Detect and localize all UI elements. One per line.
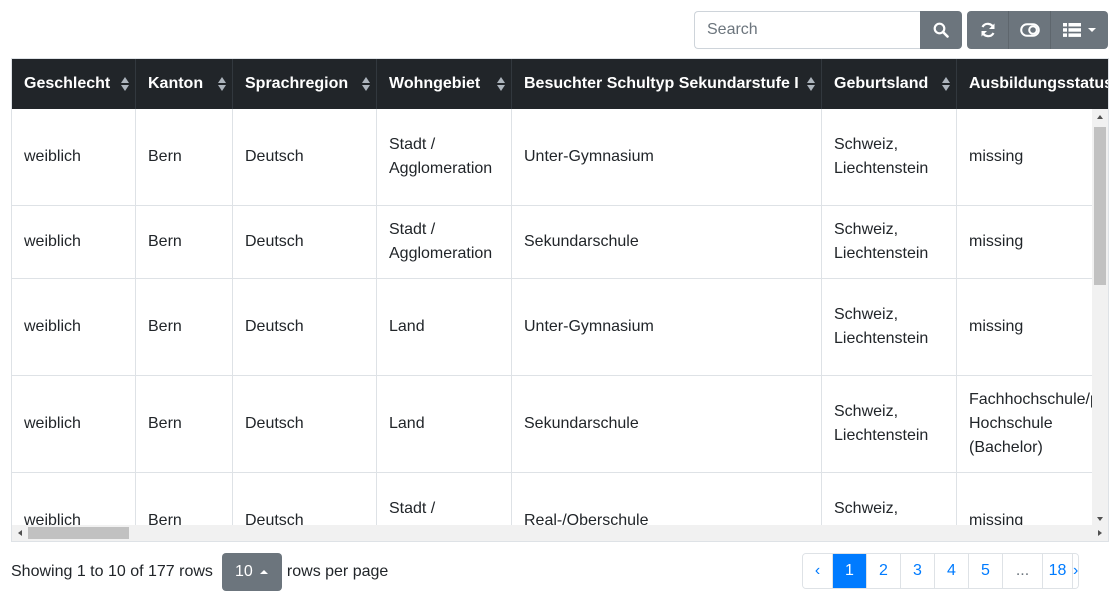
table-cell: Bern	[136, 109, 233, 205]
caret-up-icon	[259, 570, 268, 574]
table-cell: Real-/Oberschule	[512, 473, 822, 527]
table-cell: Deutsch	[233, 473, 377, 527]
table-cell: weiblich	[12, 376, 136, 472]
page-size-dropdown[interactable]: 10	[221, 553, 282, 591]
next-page-button[interactable]: ›	[1073, 554, 1079, 588]
search-icon	[933, 22, 949, 38]
horizontal-scrollbar[interactable]	[12, 525, 1108, 541]
table-cell: Unter-Gymnasium	[512, 279, 822, 375]
toggle-view-button[interactable]	[1009, 11, 1051, 49]
column-header-label: Wohngebiet	[389, 75, 481, 92]
table-cell: Schweiz, Liechtenstein	[822, 279, 957, 375]
table-row[interactable]: weiblichBernDeutschStadt / Agglomeration…	[12, 109, 1108, 206]
table-cell: Deutsch	[233, 376, 377, 472]
table-cell: Unter-Gymnasium	[512, 109, 822, 205]
rows-per-page-text: rows per page	[286, 563, 389, 580]
table-actions	[967, 11, 1108, 49]
table-cell: Bern	[136, 279, 233, 375]
table-cell: Deutsch	[233, 206, 377, 278]
page-button-18[interactable]: 18	[1043, 554, 1073, 588]
sort-icon	[362, 77, 370, 91]
column-header-label: Geburtsland	[834, 75, 929, 92]
table-cell: weiblich	[12, 206, 136, 278]
page-size-value: 10	[235, 563, 253, 580]
scroll-up-arrow-icon[interactable]	[1092, 109, 1108, 125]
table-row[interactable]: weiblichBernDeutschStadt / Agglomeration…	[12, 206, 1108, 279]
column-header-6[interactable]: Ausbildungsstatus	[957, 59, 1109, 109]
refresh-button[interactable]	[967, 11, 1009, 49]
column-header-4[interactable]: Besuchter Schultyp Sekundarstufe I	[512, 59, 822, 109]
column-header-label: Geschlecht	[24, 75, 111, 92]
table-cell: missing	[957, 109, 1108, 205]
table-cell: weiblich	[12, 473, 136, 527]
page-ellipsis: ...	[1003, 554, 1043, 588]
scroll-right-arrow-icon[interactable]	[1092, 525, 1108, 541]
table-cell: Stadt / Agglomeration	[377, 109, 512, 205]
sort-icon	[218, 77, 226, 91]
page-button-3[interactable]: 3	[901, 554, 935, 588]
columns-dropdown-button[interactable]	[1051, 11, 1108, 49]
table-cell: Land	[377, 376, 512, 472]
table-row[interactable]: weiblichBernDeutschStadt / Agglomeration…	[12, 473, 1108, 527]
table-cell: Bern	[136, 473, 233, 527]
caret-down-icon	[1087, 28, 1096, 32]
table-header: Geschlecht Kanton Sprachregion Wohngebiet Be…	[12, 59, 1109, 109]
table-cell: weiblich	[12, 279, 136, 375]
table-cell: Deutsch	[233, 279, 377, 375]
prev-page-button[interactable]: ‹	[803, 554, 833, 588]
pagination-info: Showing 1 to 10 of 177 rows 10 rows per …	[11, 553, 388, 591]
list-icon	[1062, 23, 1081, 37]
page-button-2[interactable]: 2	[867, 554, 901, 588]
table-cell: Sekundarschule	[512, 206, 822, 278]
search-input[interactable]	[694, 11, 920, 49]
table-cell: Bern	[136, 376, 233, 472]
search-group	[694, 11, 962, 49]
toggle-icon	[1019, 23, 1040, 37]
page-button-1[interactable]: 1	[833, 554, 867, 588]
sort-icon	[807, 77, 815, 91]
sort-icon	[121, 77, 129, 91]
showing-rows-text: Showing 1 to 10 of 177 rows	[11, 563, 213, 580]
page-button-4[interactable]: 4	[935, 554, 969, 588]
search-button[interactable]	[920, 11, 962, 49]
column-header-2[interactable]: Sprachregion	[233, 59, 377, 109]
table-cell: Schweiz, Liechtenstein	[822, 206, 957, 278]
table-body[interactable]: weiblich Bern Deutsch Stadt / Agglomeration…	[12, 109, 1108, 527]
table-toolbar	[694, 11, 1108, 49]
sort-icon	[497, 77, 505, 91]
column-header-5[interactable]: Geburtsland	[822, 59, 957, 109]
refresh-icon	[980, 22, 995, 38]
table-cell: Fachhochschule/p Hochschule (Bachelor)	[957, 376, 1108, 472]
page-button-5[interactable]: 5	[969, 554, 1003, 588]
table-cell: missing	[957, 279, 1108, 375]
pagination: ‹ 1 2 3 4 5... 18 ›	[802, 553, 1080, 589]
table-cell: weiblich	[12, 109, 136, 205]
column-header-3[interactable]: Wohngebiet	[377, 59, 512, 109]
data-table: Geschlecht Kanton Sprachregion Wohngebiet Be…	[11, 58, 1109, 542]
table-cell: Deutsch	[233, 109, 377, 205]
vertical-scrollbar[interactable]	[1092, 109, 1108, 527]
horizontal-scroll-thumb[interactable]	[28, 527, 129, 539]
table-cell: Schweiz, Liechtenstein	[822, 473, 957, 527]
column-header-label: Besuchter Schultyp Sekundarstufe I	[524, 75, 799, 92]
table-row[interactable]: weiblich Bern Deutsch Land Unter-Gymnasium Sc…	[12, 279, 1108, 376]
sort-icon	[942, 77, 950, 91]
column-header-label: Kanton	[148, 75, 204, 92]
column-header-1[interactable]: Kanton	[136, 59, 233, 109]
vertical-scroll-thumb[interactable]	[1094, 127, 1106, 285]
table-cell: Schweiz, Liechtenstein	[822, 376, 957, 472]
table-cell: Sekundarschule	[512, 376, 822, 472]
column-header-0[interactable]: Geschlecht	[12, 59, 136, 109]
column-header-label: Ausbildungsstatus	[969, 75, 1109, 92]
table-cell: Stadt / Agglomeration	[377, 473, 512, 527]
table-cell: Schweiz, Liechtenstein	[822, 109, 957, 205]
table-cell: missing	[957, 206, 1108, 278]
table-row[interactable]: weiblich Bern Deutsch Land Sekundarschule Sch…	[12, 376, 1108, 473]
scroll-left-arrow-icon[interactable]	[12, 525, 28, 541]
column-header-label: Sprachregion	[245, 75, 349, 92]
table-cell: Land	[377, 279, 512, 375]
table-cell: Stadt / Agglomeration	[377, 206, 512, 278]
table-cell: Bern	[136, 206, 233, 278]
table-cell: missing	[957, 473, 1108, 527]
